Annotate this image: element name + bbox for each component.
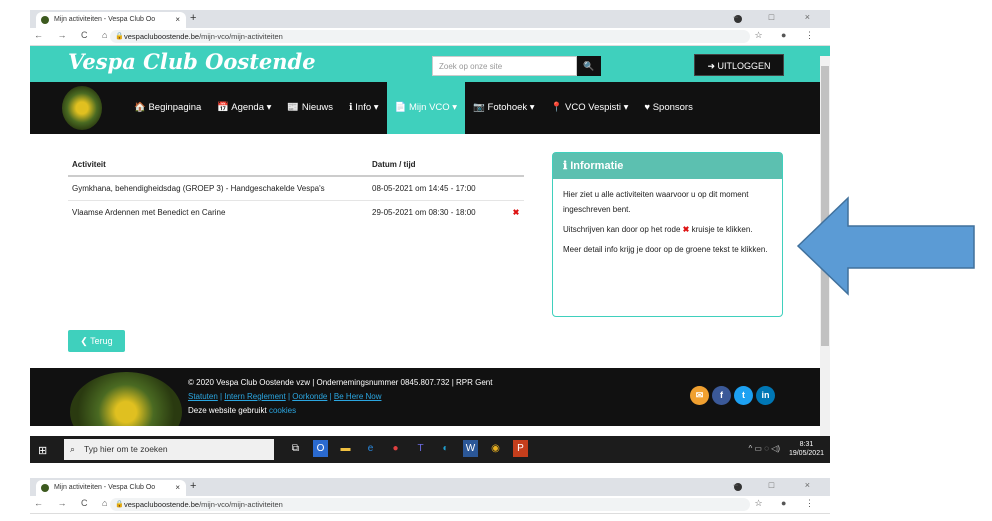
menu-item-2[interactable]: 📰 Nieuws [279, 82, 341, 134]
browser-window: Mijn activiteiten - Vespa Club Oo × + − … [30, 10, 830, 463]
site-footer: © 2020 Vespa Club Oostende vzw | Onderne… [30, 368, 830, 426]
column-header-date: Datum / tijd [368, 156, 508, 177]
twitter-icon[interactable]: t [734, 386, 753, 405]
nav-buttons[interactable]: ← → C ⌂ [34, 30, 113, 40]
menu-item-3[interactable]: ℹ Info ▾ [341, 82, 387, 134]
tab-bar: Mijn activiteiten - Vespa Club Oo × + − … [30, 10, 830, 28]
activities-table: Activiteit Datum / tijd Gymkhana, behend… [68, 156, 524, 224]
tab-title: Mijn activiteiten - Vespa Club Oo [54, 16, 156, 23]
lock-icon: 🔒 [115, 501, 124, 508]
cookie-notice: Deze website gebruikt cookies [188, 406, 297, 415]
facebook-icon[interactable]: f [712, 386, 731, 405]
date-cell: 08-05-2021 om 14:45 - 17:00 [368, 175, 508, 201]
remove-icon [508, 175, 524, 201]
search-input[interactable]: Zoek op onze site [432, 56, 577, 76]
favicon-icon [41, 16, 49, 24]
powerpoint-icon[interactable]: P [513, 440, 528, 457]
site-header: Vespa Club Oostende Zoek op onze site 🔍 … [30, 46, 830, 82]
link-statuten[interactable]: Statuten [188, 392, 218, 401]
browser-window-copy: Mijn activiteiten - Vespa Club Oo × + − … [30, 478, 830, 518]
linkedin-icon[interactable]: in [756, 386, 775, 405]
new-tab-button[interactable]: + [190, 480, 196, 492]
outlook-icon[interactable]: O [313, 440, 328, 457]
clock[interactable]: 8:31 19/05/2021 [789, 440, 824, 458]
teams-icon[interactable]: T [413, 440, 428, 457]
system-tray[interactable]: ^ ▭ ◌ ◁) [748, 444, 780, 453]
menu-item-6[interactable]: 📍 VCO Vespisti ▾ [543, 82, 637, 134]
menu-item-4[interactable]: 📄 Mijn VCO ▾ [386, 82, 466, 134]
back-button[interactable]: ❮ Terug [68, 330, 125, 352]
app-icon[interactable]: ● [388, 440, 403, 457]
menu-item-1[interactable]: 📅 Agenda ▾ [209, 82, 279, 134]
remove-icon-example: ✖ [682, 225, 690, 234]
info-panel-title: ℹ Informatie [553, 153, 782, 179]
address-bar: ← → C ⌂ 🔒 vespacluboostende.be/mijn-vco/… [30, 28, 830, 46]
menu-item-0[interactable]: 🏠 Beginpagina [126, 82, 209, 134]
windows-taskbar: ⊞ ⌕ Typ hier om te zoeken ⧉ O ▬ e ● T ◐ … [30, 436, 830, 463]
menu-item-5[interactable]: 📷 Fotohoek ▾ [465, 82, 543, 134]
tab-close-icon[interactable]: × [175, 480, 180, 496]
task-view-icon[interactable]: ⧉ [288, 440, 303, 457]
window-controls[interactable]: − □ × [733, 480, 824, 490]
new-tab-button[interactable]: + [190, 12, 196, 24]
url-path: /mijn-vco/mijn-activiteiten [199, 500, 283, 509]
web-page: Vespa Club Oostende Zoek op onze site 🔍 … [30, 46, 830, 426]
link-oorkonde[interactable]: Oorkonde [292, 392, 327, 401]
footer-copyright: © 2020 Vespa Club Oostende vzw | Onderne… [188, 378, 493, 387]
tab-title: Mijn activiteiten - Vespa Club Oo [54, 484, 156, 491]
cookies-link[interactable]: cookies [269, 406, 296, 415]
search-icon: ⌕ [70, 444, 76, 454]
taskbar-search[interactable]: ⌕ Typ hier om te zoeken [64, 439, 274, 460]
info-text-2: Uitschrijven kan door op het rode ✖ krui… [563, 225, 753, 234]
table-row: Gymkhana, behendigheidsdag (GROEP 3) - H… [68, 175, 524, 201]
lock-icon: 🔒 [115, 33, 124, 40]
email-icon[interactable]: ✉ [690, 386, 709, 405]
tab-close-icon[interactable]: × [175, 12, 180, 28]
main-menu: 🏠 Beginpagina 📅 Agenda ▾ 📰 Nieuws ℹ Info ▾ 📄… [30, 82, 830, 134]
activity-cell[interactable]: Gymkhana, behendigheidsdag (GROEP 3) - H… [68, 175, 368, 201]
footer-logo [70, 372, 182, 426]
windows-start-icon[interactable]: ⊞ [38, 444, 47, 457]
link-be-here-now[interactable]: Be Here Now [334, 392, 382, 401]
favicon-icon [41, 484, 49, 492]
edge-legacy-icon[interactable]: e [363, 440, 378, 457]
site-brand[interactable]: Vespa Club Oostende [68, 49, 316, 74]
club-logo[interactable] [62, 86, 102, 130]
menu-items: 🏠 Beginpagina 📅 Agenda ▾ 📰 Nieuws ℹ Info ▾ 📄… [126, 82, 701, 134]
activity-cell[interactable]: Vlaamse Ardennen met Benedict en Carine [68, 200, 368, 224]
edge-icon[interactable]: ◐ [438, 440, 453, 457]
window-controls[interactable]: − □ × [733, 12, 824, 22]
browser-tab[interactable]: Mijn activiteiten - Vespa Club Oo × [36, 480, 186, 496]
toolbar-icons[interactable]: ☆ ● ⋮ [754, 30, 822, 41]
nav-buttons[interactable]: ← → C ⌂ [34, 498, 113, 508]
main-content: Activiteit Datum / tijd Gymkhana, behend… [30, 134, 830, 368]
toolbar-icons[interactable]: ☆ ● ⋮ [754, 498, 822, 509]
tab-bar: Mijn activiteiten - Vespa Club Oo × + − … [30, 478, 830, 496]
date-cell: 29-05-2021 om 08:30 - 18:00 [368, 200, 508, 224]
browser-tab[interactable]: Mijn activiteiten - Vespa Club Oo × [36, 12, 186, 28]
table-row: Vlaamse Ardennen met Benedict en Carine 2… [68, 200, 524, 224]
social-links: ✉ f t in [690, 386, 775, 405]
word-icon[interactable]: W [463, 440, 478, 457]
remove-icon[interactable]: ✖ [508, 200, 524, 224]
search-button[interactable]: 🔍 [577, 56, 601, 76]
left-arrow-annotation [796, 196, 975, 296]
info-panel: ℹ Informatie Hier ziet u alle activiteit… [552, 152, 783, 317]
explorer-icon[interactable]: ▬ [338, 440, 353, 457]
url-field[interactable]: 🔒 vespacluboostende.be/mijn-vco/mijn-act… [110, 30, 750, 43]
column-header-activity: Activiteit [68, 156, 368, 177]
info-text-3: Meer detail info krijg je door op de gro… [563, 245, 768, 254]
address-bar: ← → C ⌂ 🔒 vespacluboostende.be/mijn-vco/… [30, 496, 830, 514]
chrome-icon[interactable]: ◉ [488, 440, 503, 457]
url-field[interactable]: 🔒 vespacluboostende.be/mijn-vco/mijn-act… [110, 498, 750, 511]
menu-item-7[interactable]: ♥ Sponsors [636, 82, 700, 134]
info-text-1: Hier ziet u alle activiteiten waarvoor u… [563, 190, 749, 214]
link-reglement[interactable]: Intern Reglement [224, 392, 285, 401]
url-host: vespacluboostende.be [124, 500, 200, 509]
url-path: /mijn-vco/mijn-activiteiten [199, 32, 283, 41]
logout-button[interactable]: ➜ UITLOGGEN [694, 54, 784, 76]
url-host: vespacluboostende.be [124, 32, 200, 41]
taskbar-apps: ⧉ O ▬ e ● T ◐ W ◉ P [288, 440, 528, 457]
footer-links: Statuten | Intern Reglement | Oorkonde |… [188, 392, 382, 401]
